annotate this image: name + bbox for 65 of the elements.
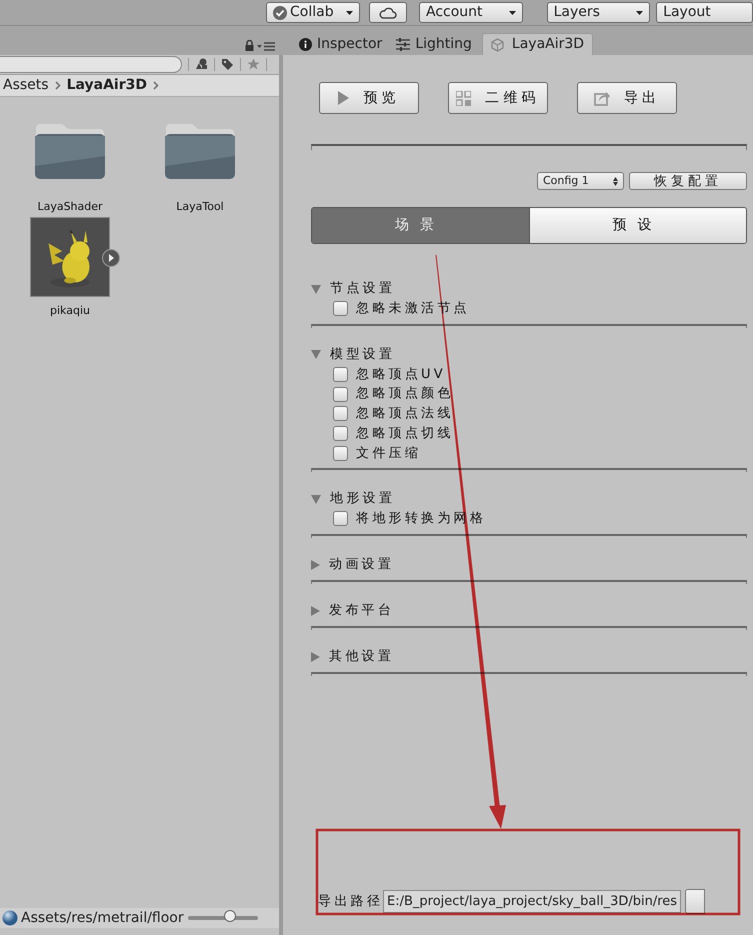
grid-icon	[456, 90, 472, 106]
action-button[interactable]: 预览	[319, 82, 419, 114]
breadcrumb-link[interactable]: Assets	[3, 75, 49, 96]
action-button[interactable]: 导出	[577, 82, 677, 114]
info-icon	[299, 38, 312, 50]
section-header[interactable]: 动画设置	[311, 554, 747, 575]
export-icon	[594, 90, 610, 106]
asset-name: LayaShader	[37, 199, 103, 215]
sliders-icon	[396, 38, 410, 50]
check-icon	[273, 6, 287, 20]
asset-name: pikaqiu	[50, 303, 90, 319]
play-icon	[338, 91, 350, 105]
expand-triangle-icon	[311, 560, 320, 570]
tag-icon[interactable]	[221, 58, 234, 71]
section-header[interactable]: 其他设置	[311, 646, 747, 667]
export-path-field[interactable]: E:/B_project/laya_project/sky_ball_3D/bin/res	[383, 890, 682, 913]
dropdown-button[interactable]: Layout	[656, 2, 753, 23]
checkbox-option[interactable]: 忽略顶点颜色	[311, 384, 747, 404]
folder-icon[interactable]	[34, 122, 106, 180]
config-dropdown[interactable]: Config 1	[537, 172, 624, 190]
collapse-triangle-icon	[311, 350, 321, 360]
star-icon[interactable]	[247, 58, 260, 71]
chevron-icon	[152, 81, 159, 90]
reset-button[interactable]: 恢复配置	[629, 172, 747, 190]
breadcrumb-link[interactable]: LayaAir3D	[66, 75, 147, 96]
checkbox-option[interactable]: 忽略顶点UV	[311, 364, 747, 384]
stepper-icon	[613, 176, 618, 186]
action-button[interactable]: 二维码	[448, 82, 548, 114]
panel-tab[interactable]: LayaAir3D	[482, 33, 594, 55]
lock-icon[interactable]	[245, 40, 254, 51]
menu-icon[interactable]	[257, 42, 275, 51]
caret-icon	[346, 10, 353, 14]
cloud-button[interactable]	[368, 2, 408, 23]
checkbox-option[interactable]: 忽略顶点法线	[311, 404, 747, 424]
export-path-label: 导出路径	[318, 892, 383, 911]
search-field[interactable]	[0, 56, 182, 73]
play-icon[interactable]	[102, 249, 120, 267]
caret-icon	[508, 10, 516, 14]
cube-icon	[490, 38, 504, 52]
dropdown-button[interactable]: Collab	[266, 2, 360, 23]
chevron-icon	[54, 81, 61, 90]
dropdown-button[interactable]: Layers	[546, 2, 650, 23]
collapse-triangle-icon	[311, 284, 321, 294]
dropdown-button[interactable]: Account	[419, 2, 523, 23]
section-header[interactable]: 节点设置	[311, 279, 747, 299]
checkbox-option[interactable]: 文件压缩	[311, 443, 747, 464]
checkbox-option[interactable]: 忽略顶点切线	[311, 424, 747, 444]
panel-tab[interactable]: Lighting	[392, 33, 476, 55]
expand-triangle-icon	[311, 606, 320, 616]
section-header[interactable]: 发布平台	[311, 600, 747, 621]
panel-tab[interactable]: Inspector	[295, 33, 386, 55]
caret-icon	[636, 10, 644, 14]
collapse-triangle-icon	[311, 494, 321, 504]
shapes-icon[interactable]	[195, 58, 208, 70]
browse-button[interactable]	[685, 889, 706, 914]
folder-icon[interactable]	[164, 122, 236, 180]
asset-name: LayaTool	[176, 199, 224, 215]
section-header[interactable]: 地形设置	[311, 489, 747, 510]
mode-tab[interactable]: 场景	[312, 208, 528, 243]
mode-tab[interactable]: 预设	[528, 208, 746, 243]
section-header[interactable]: 模型设置	[311, 344, 747, 365]
expand-triangle-icon	[311, 652, 320, 662]
cloud-icon	[378, 6, 397, 18]
status-path: Assets/res/metrail/floor	[21, 908, 184, 928]
sphere-icon	[2, 910, 18, 926]
